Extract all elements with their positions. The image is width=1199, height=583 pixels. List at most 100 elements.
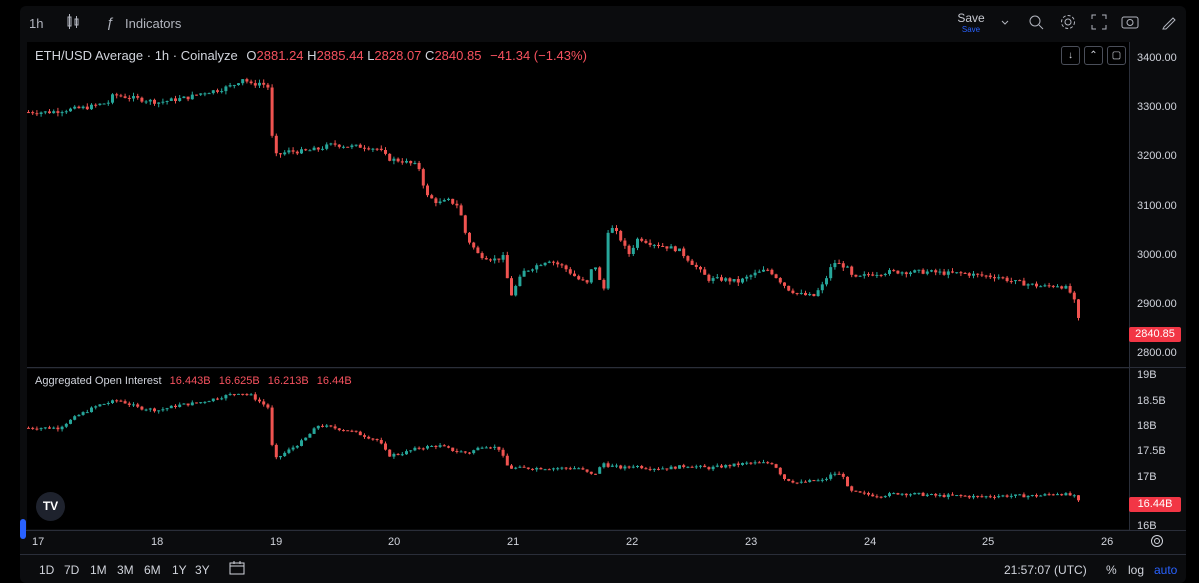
candle-body xyxy=(274,135,278,154)
candle-body xyxy=(988,496,992,498)
candle-body xyxy=(720,465,723,468)
bottom-bar: 1D 7D 1M 3M 6M 1Y 3Y 21:57:07 (UTC) % lo… xyxy=(20,556,1186,583)
high-value: 2885.44 xyxy=(316,48,364,63)
candle-body xyxy=(186,403,190,406)
candle-body xyxy=(287,449,291,453)
candle-body xyxy=(795,482,799,484)
pane-divider[interactable] xyxy=(27,367,1186,368)
candle-body xyxy=(615,465,618,467)
candle-body xyxy=(766,269,770,271)
candle-body xyxy=(585,280,589,283)
candle-body xyxy=(518,276,522,287)
candle-body xyxy=(136,404,140,407)
candle-body xyxy=(938,271,942,273)
price-pane[interactable] xyxy=(27,42,1129,368)
candle-body xyxy=(501,255,505,260)
candle-body xyxy=(631,466,635,468)
range-button[interactable]: 3Y xyxy=(195,563,210,577)
candle-body xyxy=(816,480,820,482)
candle-body xyxy=(510,465,513,469)
calendar-icon[interactable] xyxy=(229,560,245,579)
settings-icon[interactable] xyxy=(1150,534,1164,553)
quick-search-icon[interactable] xyxy=(1028,14,1044,33)
price-tick: 2900.00 xyxy=(1137,298,1177,310)
timeframe-button[interactable]: 1h xyxy=(29,16,43,31)
candle-body xyxy=(581,468,585,470)
candle-body xyxy=(913,270,917,273)
candle-body xyxy=(619,465,623,469)
candle-body xyxy=(140,406,144,410)
move-pane-down-button[interactable]: ↓ xyxy=(1061,46,1080,65)
camera-icon[interactable] xyxy=(1121,14,1139,33)
candle-body xyxy=(564,265,568,270)
collapse-pane-button[interactable]: ⌃ xyxy=(1084,46,1103,65)
save-button[interactable]: Save Save xyxy=(956,12,986,35)
candle-body xyxy=(266,84,270,88)
candle-body xyxy=(81,412,85,415)
range-button[interactable]: 6M xyxy=(144,563,161,577)
oi-pane[interactable] xyxy=(27,369,1129,529)
candle-body xyxy=(459,451,463,453)
candle-body xyxy=(594,473,597,475)
percent-toggle[interactable]: % xyxy=(1106,563,1117,577)
candle-body xyxy=(942,495,946,498)
candle-body xyxy=(669,246,673,249)
candle-body xyxy=(90,104,93,110)
candle-body xyxy=(787,479,791,481)
candle-body xyxy=(993,277,996,279)
candle-body xyxy=(921,269,925,274)
clock-display[interactable]: 21:57:07 (UTC) xyxy=(1004,563,1087,577)
candle-body xyxy=(627,245,631,255)
log-toggle[interactable]: log xyxy=(1128,563,1144,577)
candle-body xyxy=(871,274,875,276)
candle-body xyxy=(426,446,429,449)
candle-body xyxy=(346,146,350,148)
oi-title[interactable]: Aggregated Open Interest xyxy=(35,375,162,387)
candle-body xyxy=(279,456,282,458)
candle-body xyxy=(610,228,614,233)
range-button[interactable]: 1D xyxy=(39,563,54,577)
candle-body xyxy=(90,407,93,413)
candle-body xyxy=(379,148,383,150)
scroll-handle[interactable] xyxy=(20,519,26,539)
candle-body xyxy=(543,262,547,266)
candle-body xyxy=(846,266,849,268)
candle-body xyxy=(665,246,669,249)
candle-body xyxy=(493,446,497,448)
candle-body xyxy=(980,496,984,498)
chevron-down-icon[interactable] xyxy=(1000,14,1010,33)
range-button[interactable]: 7D xyxy=(64,563,79,577)
candle-body xyxy=(715,277,719,279)
candle-body xyxy=(417,162,421,170)
indicators-icon[interactable]: ƒ xyxy=(106,14,114,30)
candle-body xyxy=(917,269,921,271)
tradingview-logo[interactable]: TV xyxy=(36,492,65,521)
candle-body xyxy=(808,480,812,483)
candle-body xyxy=(325,144,329,149)
candle-body xyxy=(959,272,963,274)
candle-body xyxy=(728,278,732,282)
candle-body xyxy=(581,279,585,281)
candle-body xyxy=(157,102,161,104)
maximize-pane-button[interactable]: ▢ xyxy=(1107,46,1126,65)
candle-body xyxy=(867,492,870,495)
candle-body xyxy=(862,274,866,276)
gear-icon[interactable] xyxy=(1060,14,1076,33)
candle-body xyxy=(879,274,883,276)
candle-body xyxy=(224,86,228,92)
candle-body xyxy=(1009,281,1013,283)
indicators-button[interactable]: Indicators xyxy=(125,16,181,31)
candle-body xyxy=(652,244,656,246)
range-button[interactable]: 1Y xyxy=(172,563,187,577)
candle-body xyxy=(883,273,887,275)
candle-body xyxy=(846,476,849,487)
range-button[interactable]: 1M xyxy=(90,563,107,577)
candle-body xyxy=(148,99,152,102)
symbol-title[interactable]: ETH/USD Average · 1h · Coinalyze xyxy=(35,48,238,63)
range-button[interactable]: 3M xyxy=(117,563,134,577)
fullscreen-icon[interactable] xyxy=(1091,14,1107,33)
candle-body xyxy=(547,261,551,263)
candles-icon[interactable] xyxy=(66,14,80,33)
auto-toggle[interactable]: auto xyxy=(1154,563,1177,577)
pencil-icon[interactable] xyxy=(1161,14,1177,33)
